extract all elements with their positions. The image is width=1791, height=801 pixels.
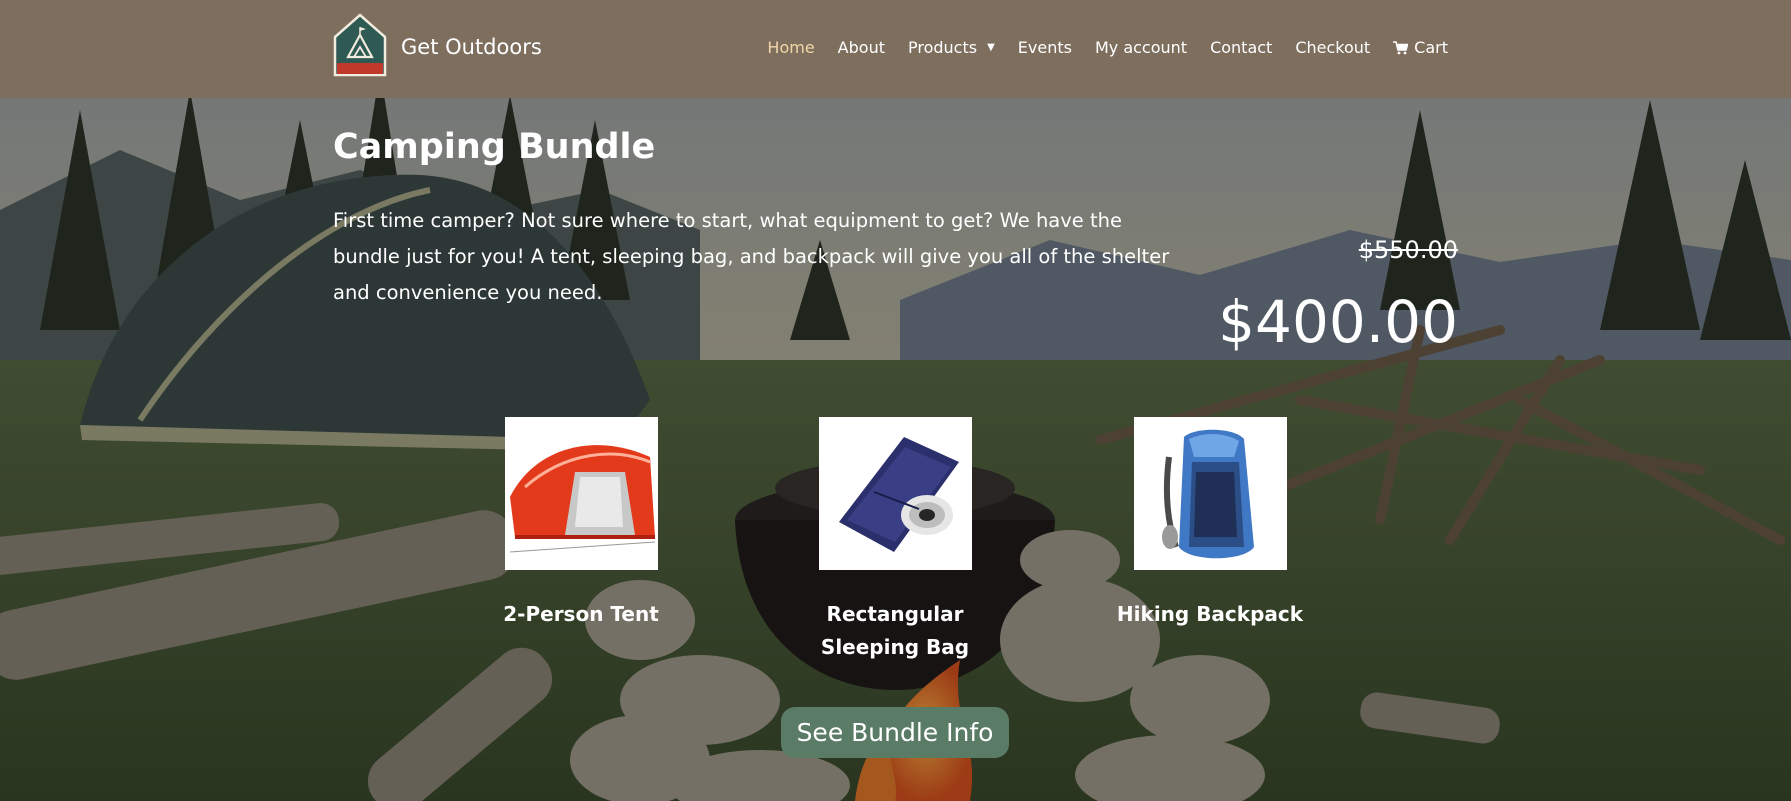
nav-item-label: Contact (1210, 38, 1273, 57)
see-bundle-info-button[interactable]: See Bundle Info (781, 707, 1009, 758)
product-name[interactable]: Hiking Backpack (1110, 598, 1310, 631)
get-outdoors-logo[interactable] (333, 13, 387, 77)
nav-item-label: Events (1017, 38, 1072, 57)
nav-item-cart[interactable]: Cart (1393, 38, 1448, 57)
blue-backpack-image[interactable] (1133, 417, 1287, 570)
site-header: Get Outdoors Home About Products ▼ Event… (0, 0, 1791, 98)
sale-price: $400.00 (1218, 288, 1458, 356)
nav-item-label: My account (1094, 38, 1188, 57)
red-tent-image[interactable] (504, 417, 658, 570)
product-name[interactable]: Rectangular Sleeping Bag (795, 598, 995, 664)
page-title: Camping Bundle (333, 127, 656, 167)
nav-item-label: About (837, 38, 885, 57)
site-title[interactable]: Get Outdoors (401, 35, 542, 59)
product-card-tent: 2-Person Tent (481, 417, 681, 631)
nav-item-events[interactable]: Events (1018, 38, 1072, 57)
product-card-sleeping-bag: Rectangular Sleeping Bag (795, 417, 995, 664)
nav-item-checkout[interactable]: Checkout (1295, 38, 1370, 57)
nav-item-contact[interactable]: Contact (1210, 38, 1272, 57)
main-navigation: Home About Products ▼ Events My account … (767, 38, 1448, 57)
page: Get Outdoors Home About Products ▼ Event… (0, 0, 1791, 801)
sleeping-bag-image[interactable] (818, 417, 972, 570)
nav-item-products[interactable]: Products ▼ (908, 38, 995, 57)
nav-item-label: Home (767, 38, 815, 57)
background-overlay (0, 0, 1791, 801)
nav-item-about[interactable]: About (838, 38, 885, 57)
cart-icon (1393, 40, 1409, 54)
caret-down-icon: ▼ (987, 42, 995, 53)
nav-item-label: Cart (1414, 38, 1448, 57)
product-name[interactable]: 2-Person Tent (481, 598, 681, 631)
nav-item-my-account[interactable]: My account (1095, 38, 1187, 57)
product-card-backpack: Hiking Backpack (1110, 417, 1310, 631)
original-price: $550.00 (1358, 236, 1458, 264)
nav-item-home[interactable]: Home (767, 38, 814, 57)
nav-item-label: Checkout (1295, 38, 1371, 57)
bundle-description: First time camper? Not sure where to sta… (333, 209, 1170, 304)
nav-item-label: Products (907, 38, 978, 57)
